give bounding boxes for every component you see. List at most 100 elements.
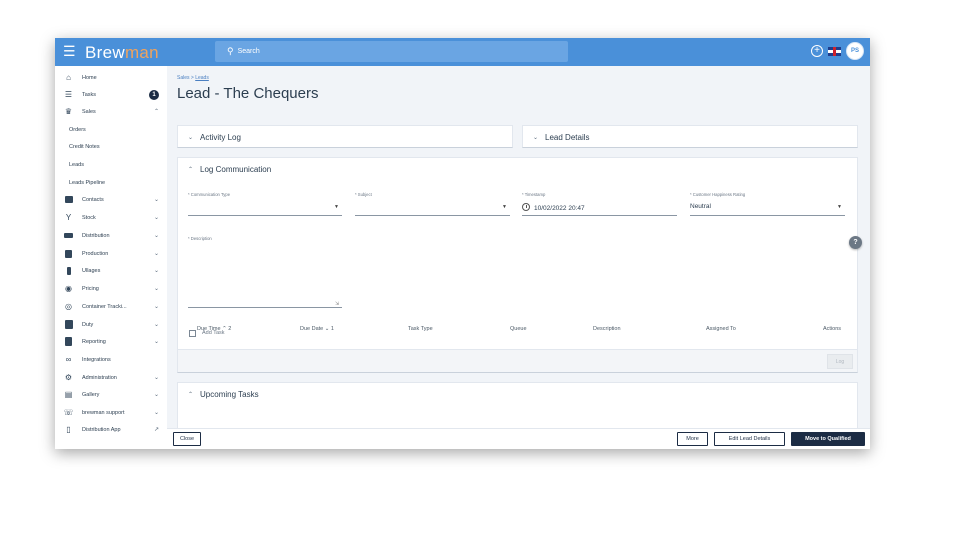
sidebar-item-brewman-support[interactable]: ☏ brewman support ⌄	[55, 404, 167, 421]
chevron-up-icon[interactable]: ⌃	[188, 166, 193, 173]
happiness-underline	[690, 215, 845, 216]
col-queue[interactable]: Queue	[510, 326, 527, 332]
sidebar-item-container-tracking[interactable]: ◎ Container Tracki... ⌄	[55, 298, 167, 315]
external-link-icon: ↗	[153, 427, 159, 433]
add-task-checkbox[interactable]	[189, 330, 196, 337]
timestamp-underline	[522, 215, 677, 216]
search-icon: ⚲	[227, 46, 234, 56]
duty-icon	[64, 320, 73, 329]
chevron-down-icon: ⌄	[153, 322, 159, 328]
top-bar: ☰ Brewman ⚲ Search + PS	[55, 38, 870, 66]
chevron-down-icon: ⌄	[188, 134, 194, 141]
communication-type-select[interactable]	[188, 215, 342, 216]
sidebar-item-orders[interactable]: Orders	[55, 121, 167, 138]
col-due-date[interactable]: Due Date ⌄ 1	[300, 326, 334, 332]
happiness-rating-select[interactable]: Neutral	[690, 203, 711, 210]
sidebar-item-stock[interactable]: Y Stock ⌄	[55, 209, 167, 226]
sidebar-item-leads-pipeline[interactable]: Leads Pipeline	[55, 174, 167, 191]
production-icon	[64, 249, 73, 258]
stock-icon: Y	[65, 213, 72, 222]
activity-log-panel[interactable]: ⌄ Activity Log	[177, 125, 513, 148]
sidebar-item-reporting[interactable]: Reporting ⌄	[55, 333, 167, 350]
main-content: Sales > Leads Lead - The Chequers ⌄ Activ…	[167, 66, 870, 449]
close-button[interactable]: Close	[173, 432, 201, 446]
menu-icon[interactable]: ☰	[63, 44, 76, 58]
gear-icon: ⚙	[64, 373, 73, 382]
sidebar-item-integrations[interactable]: ∞ Integrations	[55, 351, 167, 368]
clock-icon	[522, 203, 530, 211]
home-icon: ⌂	[66, 73, 71, 82]
log-button[interactable]: Log	[827, 354, 853, 369]
chevron-down-icon: ⌄	[153, 268, 159, 274]
move-to-qualified-button[interactable]: Move to Qualified	[791, 432, 865, 446]
add-icon[interactable]: +	[811, 45, 823, 57]
support-icon: ☏	[63, 408, 74, 417]
breadcrumb-leads-link[interactable]: Leads	[195, 75, 209, 81]
chevron-down-icon: ⌄	[533, 134, 539, 141]
chevron-up-icon[interactable]: ⌃	[188, 391, 193, 398]
help-icon[interactable]: ?	[849, 236, 862, 249]
app-window: ☰ Brewman ⚲ Search + PS ⌂ Home ☰ Tasks 1…	[55, 38, 870, 449]
gallery-icon: ▤	[64, 390, 73, 399]
col-task-type[interactable]: Task Type	[408, 326, 433, 332]
chevron-up-icon: ⌃	[153, 109, 159, 115]
dropdown-caret-icon: ▼	[837, 204, 842, 210]
breadcrumb: Sales > Leads	[177, 75, 209, 81]
user-avatar[interactable]: PS	[846, 42, 864, 60]
upcoming-tasks-panel: ⌃ Upcoming Tasks	[177, 382, 858, 432]
pricing-icon: ◉	[65, 284, 72, 293]
col-assigned-to[interactable]: Assigned To	[706, 326, 736, 332]
lead-details-panel[interactable]: ⌄ Lead Details	[522, 125, 858, 148]
more-button[interactable]: More	[677, 432, 708, 446]
truck-icon	[64, 231, 73, 240]
sidebar-item-home[interactable]: ⌂ Home	[55, 69, 167, 86]
chevron-down-icon: ⌄	[153, 375, 159, 381]
search-input[interactable]: ⚲ Search	[215, 41, 568, 62]
log-communication-panel: ⌃ Log Communication * Communication Type …	[177, 157, 858, 373]
sidebar-item-leads[interactable]: Leads	[55, 156, 167, 173]
sidebar-item-duty[interactable]: Duty ⌄	[55, 316, 167, 333]
page-title: Lead - The Chequers	[177, 85, 319, 102]
chevron-down-icon: ⌄	[153, 410, 159, 416]
sidebar-item-distribution[interactable]: Distribution ⌄	[55, 227, 167, 244]
sidebar-item-sales[interactable]: ♛ Sales ⌃	[55, 103, 167, 120]
description-textarea[interactable]	[188, 307, 342, 308]
uk-flag-icon[interactable]	[828, 46, 841, 56]
report-icon	[64, 337, 73, 346]
dropdown-caret-icon: ▼	[502, 204, 507, 210]
link-icon: ∞	[65, 355, 72, 364]
sidebar: ⌂ Home ☰ Tasks 1 ♛ Sales ⌃ Orders Credit…	[55, 66, 167, 449]
chevron-down-icon: ⌄	[153, 215, 159, 221]
sidebar-item-tasks[interactable]: ☰ Tasks 1	[55, 86, 167, 103]
chevron-down-icon: ⌄	[153, 286, 159, 292]
contacts-icon	[64, 195, 73, 204]
chevron-down-icon: ⌄	[153, 392, 159, 398]
col-description[interactable]: Description	[593, 326, 621, 332]
sidebar-item-distribution-app[interactable]: ▯ Distribution App ↗	[55, 421, 167, 438]
brewman-logo[interactable]: Brewman	[85, 43, 159, 63]
chevron-down-icon: ⌄	[153, 251, 159, 257]
sidebar-item-production[interactable]: Production ⌄	[55, 245, 167, 262]
cart-icon: ♛	[64, 107, 73, 116]
sidebar-item-contacts[interactable]: Contacts ⌄	[55, 191, 167, 208]
subject-select[interactable]	[355, 215, 510, 216]
sidebar-item-pricing[interactable]: ◉ Pricing ⌄	[55, 280, 167, 297]
sidebar-item-gallery[interactable]: ▤ Gallery ⌄	[55, 386, 167, 403]
phone-icon: ▯	[66, 425, 71, 434]
sidebar-item-administration[interactable]: ⚙ Administration ⌄	[55, 369, 167, 386]
footer-bar: Close More Edit Lead Details Move to Qua…	[167, 428, 870, 449]
ullages-icon	[64, 266, 73, 275]
timestamp-field[interactable]: 10/02/2022 20:47	[522, 203, 585, 212]
edit-lead-details-button[interactable]: Edit Lead Details	[714, 432, 785, 446]
log-action-bar: Log	[178, 349, 857, 372]
list-icon: ☰	[64, 90, 73, 99]
chevron-down-icon: ⌄	[153, 339, 159, 345]
dropdown-caret-icon: ▼	[334, 204, 339, 210]
tasks-count-badge: 1	[149, 89, 159, 100]
sidebar-item-ullages[interactable]: Ullages ⌄	[55, 262, 167, 279]
col-due-time[interactable]: Due Time ⌃ 2	[197, 326, 231, 332]
sidebar-item-credit-notes[interactable]: Credit Notes	[55, 138, 167, 155]
chevron-down-icon: ⌄	[153, 197, 159, 203]
resize-handle-icon[interactable]: ⇲	[335, 301, 339, 307]
container-icon: ◎	[65, 302, 72, 311]
